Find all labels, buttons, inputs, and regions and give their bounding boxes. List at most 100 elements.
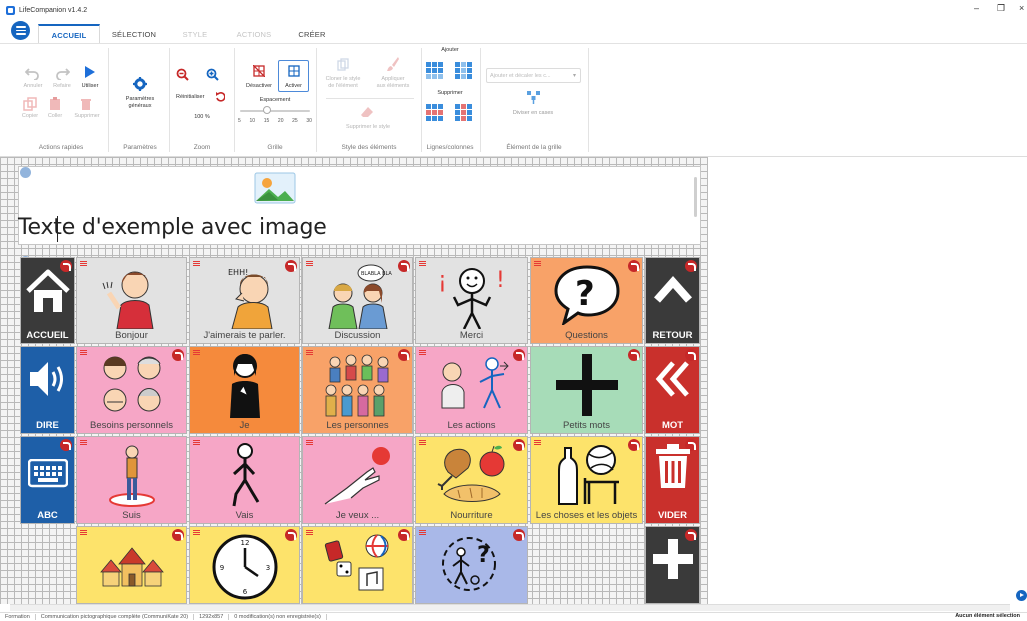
use-button[interactable]: Utiliser — [77, 83, 103, 90]
cell-plus[interactable] — [645, 526, 700, 604]
redo-button[interactable]: Refaire — [49, 83, 75, 90]
cell-retour[interactable]: RETOUR — [645, 257, 700, 344]
editor-text[interactable]: Texte d'exemple avec image — [18, 215, 327, 240]
cell-vider[interactable]: VIDER — [645, 436, 700, 524]
clone-style-icon — [337, 58, 349, 71]
cell-label: Petits mots — [563, 420, 610, 431]
tab-accueil[interactable]: ACCUEIL — [38, 24, 100, 44]
waving-girl-icon — [102, 271, 154, 329]
cell-discussion[interactable]: BLABLA BLA Discussion — [302, 257, 413, 344]
cell-actions[interactable]: Les actions — [415, 346, 528, 434]
horizontal-scrollbar[interactable] — [10, 604, 1010, 611]
status-selection: Aucun élément sélection — [955, 613, 1020, 619]
cell-merci[interactable]: ¡ ! Merci — [415, 257, 528, 344]
tab-style[interactable]: STYLE — [172, 24, 218, 44]
plus-icon — [652, 539, 693, 579]
svg-text:3: 3 — [265, 564, 269, 572]
grid-spacing-slider-thumb[interactable] — [263, 106, 271, 114]
general-settings-button[interactable]: Paramètres généraux — [115, 96, 165, 110]
cell-lieux[interactable] — [76, 526, 187, 604]
people-group-icon — [325, 354, 388, 417]
tab-selection[interactable]: SÉLECTION — [108, 24, 160, 44]
share-icon — [172, 529, 184, 541]
tick-label: 25 — [292, 118, 298, 124]
cell-label: Besoins personnels — [90, 420, 173, 431]
group-label-quick-actions: Actions rapides — [38, 144, 84, 151]
copy-icon — [23, 97, 37, 111]
clone-style-button[interactable]: Cloner le style de l'élément — [320, 76, 366, 90]
cell-je-veux[interactable]: Je veux ... — [302, 436, 413, 524]
share-icon — [172, 349, 184, 361]
delete-button[interactable]: Supprimer — [70, 113, 104, 120]
cell-vais[interactable]: Vais — [189, 436, 300, 524]
zoom-reset-button[interactable]: Réinitialiser — [176, 94, 210, 101]
share-icon — [398, 349, 410, 361]
text-editor-scrollbar[interactable] — [694, 177, 697, 217]
menu-lines-icon — [534, 440, 541, 445]
grid-spacing-ticks: 5 10 15 20 25 30 — [238, 118, 312, 124]
svg-text:?: ? — [575, 274, 595, 314]
ribbon-separator — [108, 48, 109, 152]
close-button[interactable]: × — [1019, 3, 1024, 13]
cell-description[interactable]: ? — [415, 526, 528, 604]
cell-personnes[interactable]: Les personnes — [302, 346, 413, 434]
cell-accueil[interactable]: ACCUEIL — [20, 257, 75, 344]
cell-abc[interactable]: ABC — [20, 436, 75, 524]
talking-man-icon: EHH! — [228, 268, 273, 329]
remove-column-icon[interactable] — [455, 104, 473, 122]
cell-petits-mots[interactable]: Petits mots — [530, 346, 643, 434]
right-panel — [708, 157, 1027, 604]
discussion-icon: BLABLA BLA — [327, 264, 392, 329]
restore-button[interactable]: ❐ — [997, 3, 1005, 14]
grid-element-dropdown[interactable]: Ajouter et décaler les c... ▾ — [486, 68, 581, 83]
undo-button[interactable]: Annuler — [20, 83, 46, 90]
cell-nourriture[interactable]: Nourriture — [415, 436, 528, 524]
cell-questions[interactable]: ? Questions — [530, 257, 643, 344]
tab-actions[interactable]: ACTIONS — [228, 24, 280, 44]
cell-dire[interactable]: DIRE — [20, 346, 75, 434]
paste-button[interactable]: Coller — [43, 113, 67, 120]
cell-suis[interactable]: Suis — [76, 436, 187, 524]
grid-spacing-slider[interactable] — [240, 110, 310, 112]
copy-button[interactable]: Copier — [18, 113, 42, 120]
menu-lines-icon — [306, 350, 313, 355]
cell-temps[interactable]: 12 3 6 9 — [189, 526, 300, 604]
menu-lines-icon — [419, 530, 426, 535]
zoom-out-icon[interactable] — [176, 68, 189, 81]
cell-mot[interactable]: MOT — [645, 346, 700, 434]
cell-label: Vais — [235, 510, 254, 521]
actions-icon — [441, 357, 509, 409]
cell-bonjour[interactable]: Bonjour — [76, 257, 187, 344]
apply-style-button[interactable]: Appliquer aux éléments — [368, 76, 418, 90]
status-resolution: 1292x857 — [194, 614, 230, 620]
split-cells-button[interactable]: Diviser en cases — [498, 110, 568, 117]
group-label-settings: Paramètres — [123, 144, 157, 151]
minimize-button[interactable]: – — [974, 3, 979, 13]
cell-choses[interactable]: Les choses et les objets — [530, 436, 643, 524]
svg-text:!: ! — [496, 268, 505, 293]
zoom-in-icon[interactable] — [206, 68, 219, 81]
group-label-zoom: Zoom — [193, 144, 211, 151]
general-settings-label-1: Paramètres — [125, 96, 155, 102]
remove-row-icon[interactable] — [426, 104, 444, 122]
remove-style-button[interactable]: Supprimer le style — [335, 124, 401, 131]
grid-deactivate-button[interactable]: Désactiver — [240, 83, 278, 90]
window-title: LifeCompanion v1.4.2 — [19, 6, 88, 14]
selection-handle-icon[interactable] — [20, 167, 31, 178]
cell-je[interactable]: Je — [189, 346, 300, 434]
describe-icon: ? — [441, 537, 496, 591]
main-menu-button[interactable] — [11, 21, 30, 40]
run-mode-button[interactable] — [1016, 590, 1027, 601]
grid-activate-button[interactable]: Activer — [278, 60, 309, 92]
svg-text:?: ? — [477, 543, 490, 568]
cell-besoins[interactable]: Besoins personnels — [76, 346, 187, 434]
cell-label: MOT — [661, 420, 684, 431]
add-row-icon[interactable] — [426, 62, 444, 80]
add-column-icon[interactable] — [455, 62, 473, 80]
text-caret — [57, 216, 58, 242]
cell-parler[interactable]: EHH! J'aimerais te parler. — [189, 257, 300, 344]
tab-creer[interactable]: CRÉER — [290, 24, 334, 44]
status-mode: Formation — [0, 614, 36, 620]
svg-text:12: 12 — [240, 539, 249, 547]
cell-loisirs[interactable] — [302, 526, 413, 604]
